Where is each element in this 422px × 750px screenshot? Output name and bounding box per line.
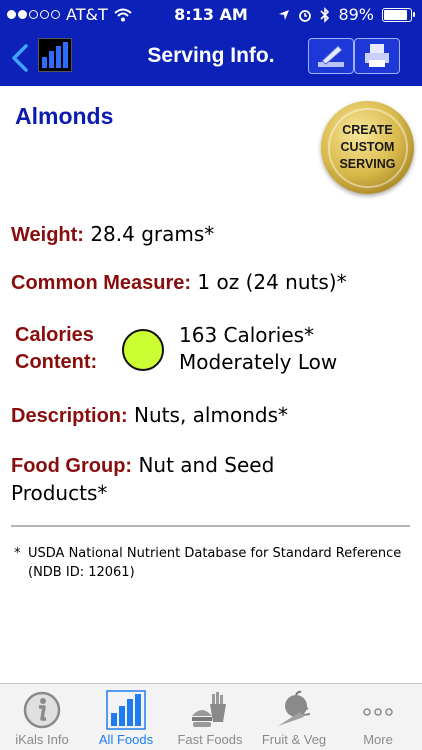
calorie-level-indicator xyxy=(122,329,164,371)
create-custom-serving-button[interactable]: CREATE CUSTOM SERVING xyxy=(321,101,414,194)
alarm-icon xyxy=(299,9,312,22)
burger-fries-icon xyxy=(192,692,226,727)
info-icon xyxy=(23,691,61,729)
battery-icon xyxy=(382,7,415,22)
description-label: Description: xyxy=(11,405,128,427)
calories-value: 163 Calories* xyxy=(179,323,315,347)
weight-value: 28.4 grams* xyxy=(90,222,215,246)
weight-label: Weight: xyxy=(11,224,84,246)
measure-row: Common Measure: 1 oz (24 nuts)* xyxy=(11,269,411,297)
description-row: Description: Nuts, almonds* xyxy=(11,402,411,430)
divider xyxy=(11,525,410,527)
location-icon xyxy=(279,9,290,20)
measure-label: Common Measure: xyxy=(11,272,192,294)
footnote-text: USDA National Nutrient Database for Stan… xyxy=(28,546,402,580)
food-name: Almonds xyxy=(15,103,114,129)
food-group-label: Food Group: xyxy=(11,455,133,477)
calories-level: Moderately Low xyxy=(179,350,338,374)
printer-icon xyxy=(365,44,389,67)
custom-serving-label: CREATE CUSTOM SERVING xyxy=(339,123,396,171)
tab-fruit-veg[interactable]: Fruit & Veg xyxy=(252,684,336,750)
tab-label: Fast Foods xyxy=(177,732,243,747)
custom-serving-badge: CREATE CUSTOM SERVING xyxy=(327,107,408,188)
tab-all-foods[interactable]: All Foods xyxy=(84,684,168,750)
bluetooth-icon xyxy=(320,6,330,23)
edit-button[interactable] xyxy=(308,38,354,74)
tab-ikals-info[interactable]: iKals Info xyxy=(0,684,84,750)
print-button[interactable] xyxy=(354,38,400,74)
measure-value: 1 oz (24 nuts)* xyxy=(197,270,347,294)
more-dots-icon xyxy=(363,708,393,716)
bar-chart-icon xyxy=(106,690,146,730)
tab-label: More xyxy=(363,732,393,747)
status-bar: AT&T 8:13 AM 89% xyxy=(0,0,422,30)
food-group-row: Food Group: Nut and Seed Products* xyxy=(11,452,341,507)
weight-row: Weight: 28.4 grams* xyxy=(11,221,411,249)
description-value: Nuts, almonds* xyxy=(134,403,288,427)
tab-more[interactable]: More xyxy=(336,684,420,750)
tab-label: iKals Info xyxy=(15,732,69,747)
tab-fast-foods[interactable]: Fast Foods xyxy=(168,684,252,750)
pencil-icon xyxy=(318,45,344,67)
calories-text: 163 Calories* Moderately Low xyxy=(179,322,337,376)
apple-carrot-icon xyxy=(278,690,311,726)
footnote: * USDA National Nutrient Database for St… xyxy=(14,544,404,582)
tab-label: Fruit & Veg xyxy=(261,732,327,747)
header: AT&T 8:13 AM 89% Serving Info. xyxy=(0,0,422,86)
battery-percent: 89% xyxy=(338,5,374,24)
status-right: 89% xyxy=(278,5,415,24)
calories-label: Calories Content: xyxy=(15,324,98,373)
footnote-star: * xyxy=(14,546,21,561)
nav-bar: Serving Info. xyxy=(0,30,422,86)
tab-label: All Foods xyxy=(98,732,154,747)
tab-bar: iKals Info All Foods Fast Foods Fruit & … xyxy=(0,683,422,750)
